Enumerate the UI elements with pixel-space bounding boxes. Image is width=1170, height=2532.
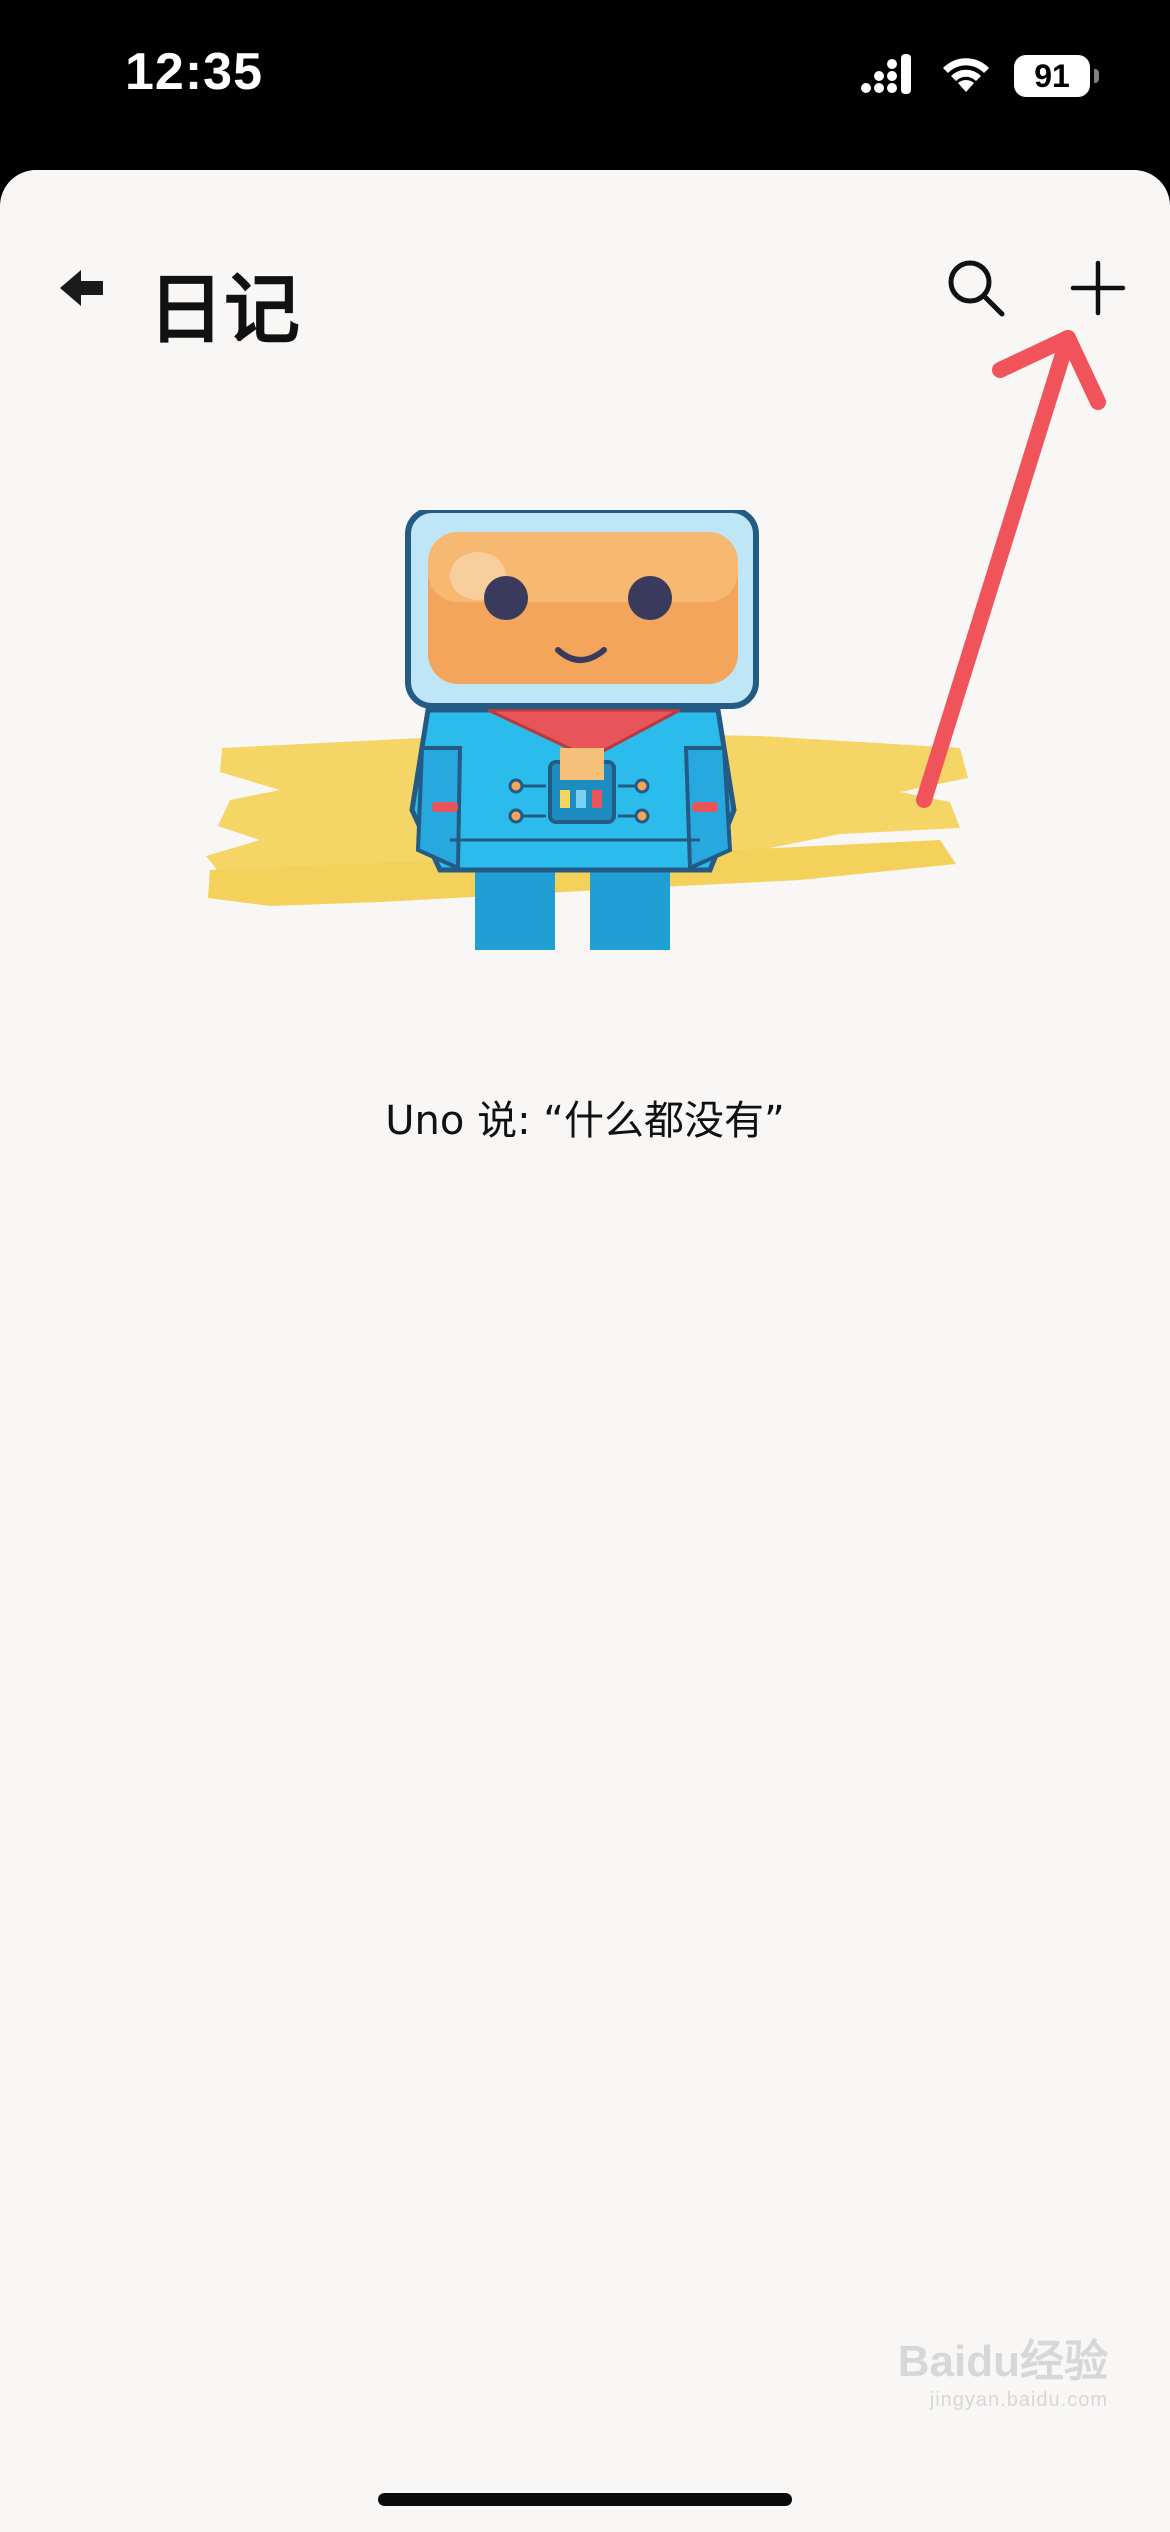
watermark-url: jingyan.baidu.com <box>929 2389 1108 2411</box>
diary-sheet: 日记 Uno 说: “什么都没有” Baidu经验 jingyan.baidu.… <box>0 170 1170 2532</box>
home-indicator[interactable] <box>378 2493 792 2506</box>
back-button[interactable] <box>52 260 112 320</box>
phone-screen: 12:35 91 日记 Uno 说: “什么都没有” Baidu经验 jingy… <box>0 0 1170 2532</box>
status-bar: 12:35 91 <box>0 0 1170 165</box>
wifi-icon <box>940 54 992 98</box>
navigation-bar: 日记 <box>0 230 1170 354</box>
status-time: 12:35 <box>125 43 263 101</box>
plus-icon <box>1069 259 1127 321</box>
search-button[interactable] <box>938 252 1014 328</box>
empty-state-message: Uno 说: “什么都没有” <box>385 1098 785 1144</box>
back-arrow-icon <box>57 266 107 314</box>
cellular-signal-icon <box>860 54 918 98</box>
watermark-brand: Baidu经验 <box>897 2337 1108 2386</box>
battery-icon: 91 <box>1014 55 1099 97</box>
baidu-watermark: Baidu经验 jingyan.baidu.com <box>898 2325 1108 2412</box>
status-icons: 91 <box>860 52 1099 100</box>
search-icon <box>944 256 1008 324</box>
robot-mascot-illustration <box>200 507 980 990</box>
page-title: 日记 <box>148 265 300 354</box>
add-entry-button[interactable] <box>1060 252 1136 328</box>
